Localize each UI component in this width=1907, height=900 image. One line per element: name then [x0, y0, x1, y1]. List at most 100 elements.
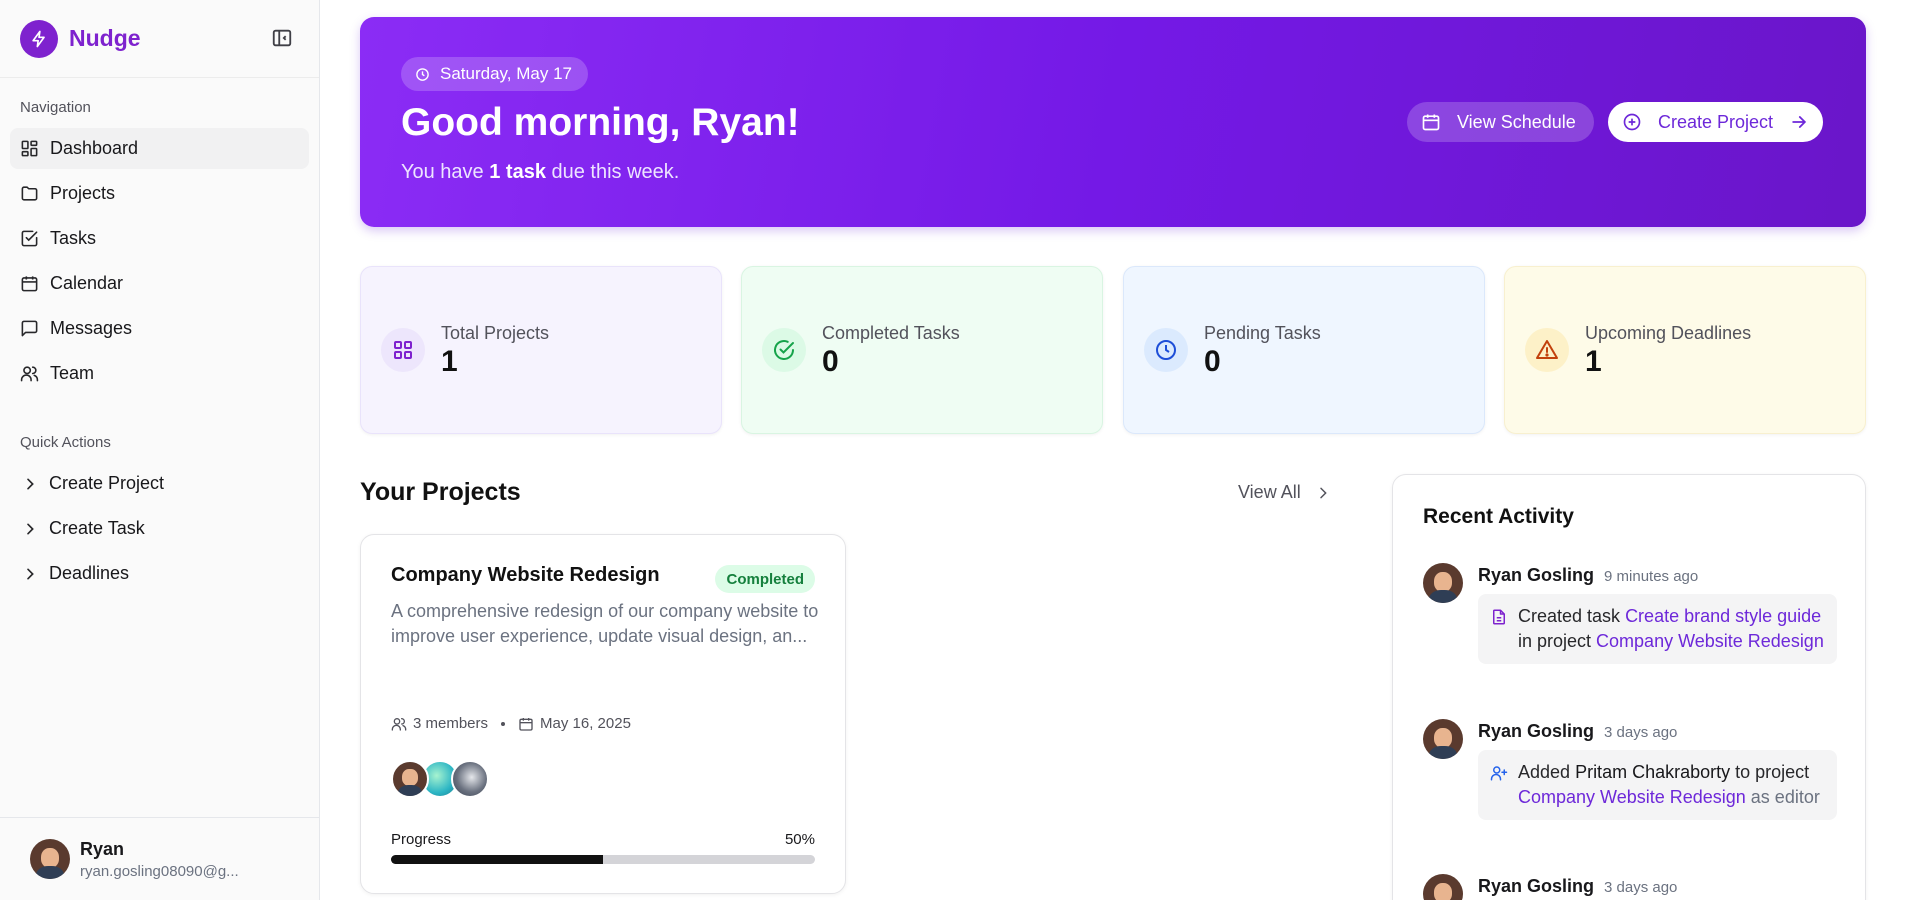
- quick-action-label: Create Task: [49, 518, 145, 538]
- stat-label: Completed Tasks: [822, 323, 960, 343]
- calendar-icon: [21, 276, 38, 292]
- member-avatars: [391, 760, 489, 798]
- chevron-right-icon: [27, 478, 34, 489]
- task-count: 1 task: [489, 161, 546, 183]
- nav-list: Dashboard Projects Tasks Calendar Messag…: [10, 128, 309, 398]
- stat-card-completed-tasks[interactable]: Completed Tasks 0: [741, 266, 1103, 434]
- user-plus-icon: [1490, 766, 1508, 781]
- brand-name[interactable]: Nudge: [69, 25, 141, 52]
- activity-text: as editor: [1745, 787, 1820, 807]
- folder-icon: [21, 186, 38, 201]
- sidebar-item-tasks[interactable]: Tasks: [10, 218, 309, 259]
- avatar[interactable]: [391, 760, 429, 798]
- progress-fill: [391, 855, 603, 864]
- date-text: Saturday, May 17: [440, 64, 572, 83]
- user-profile[interactable]: Ryan ryan.gosling08090@g...: [0, 817, 319, 900]
- sidebar-item-label: Dashboard: [50, 138, 139, 158]
- view-all-link[interactable]: View All: [1238, 482, 1331, 503]
- view-schedule-label: View Schedule: [1457, 111, 1576, 132]
- activity-text: Created task: [1518, 606, 1626, 626]
- quick-actions-list: Create Project Create Task Deadlines: [10, 463, 309, 598]
- clock-icon: [1144, 328, 1188, 372]
- stat-card-upcoming-deadlines[interactable]: Upcoming Deadlines 1: [1504, 266, 1866, 434]
- member-count: 3 members: [413, 715, 489, 732]
- sidebar-item-team[interactable]: Team: [10, 353, 309, 394]
- welcome-banner: Saturday, May 17 Good morning, Ryan! You…: [360, 17, 1866, 227]
- progress-bar: [391, 855, 815, 864]
- projects-section-title: Your Projects: [360, 478, 521, 506]
- project-date: May 16, 2025: [540, 715, 631, 732]
- quick-action-create-task[interactable]: Create Task: [10, 508, 309, 549]
- avatar[interactable]: [451, 760, 489, 798]
- user-name: Ryan: [80, 838, 125, 859]
- stat-value: 1: [1585, 345, 1602, 378]
- sidebar: Nudge Navigation Dashboard Projects Task…: [0, 0, 320, 900]
- progress-percent: 50%: [784, 831, 815, 848]
- activity-text: to project: [1730, 762, 1810, 782]
- arrow-right-icon: [1792, 116, 1807, 128]
- sidebar-item-label: Projects: [50, 183, 116, 203]
- sidebar-item-dashboard[interactable]: Dashboard: [10, 128, 309, 169]
- clock-icon: [416, 67, 429, 81]
- create-project-button[interactable]: Create Project: [1608, 102, 1824, 142]
- sidebar-item-label: Team: [50, 363, 95, 383]
- project-link[interactable]: Company Website Redesign: [1518, 787, 1746, 807]
- grid-icon: [381, 328, 425, 372]
- activity-user[interactable]: Ryan Gosling: [1478, 721, 1594, 742]
- project-title: Company Website Redesign: [391, 564, 660, 586]
- stat-label: Upcoming Deadlines: [1585, 323, 1752, 343]
- stat-label: Total Projects: [441, 323, 550, 343]
- plus-circle-icon: [1623, 113, 1641, 131]
- stat-label: Pending Tasks: [1204, 323, 1321, 343]
- stat-card-total-projects[interactable]: Total Projects 1: [360, 266, 722, 434]
- sidebar-item-label: Calendar: [50, 273, 124, 293]
- avatar[interactable]: [1423, 874, 1463, 900]
- avatar[interactable]: [1423, 719, 1463, 759]
- activity-user[interactable]: Ryan Gosling: [1478, 565, 1594, 586]
- sidebar-item-messages[interactable]: Messages: [10, 308, 309, 349]
- sidebar-toggle-icon[interactable]: [271, 27, 293, 49]
- activity-time: 3 days ago: [1604, 879, 1678, 896]
- activity-detail: Added Pritam Chakraborty to project Comp…: [1478, 750, 1837, 820]
- stat-value: 1: [441, 345, 458, 378]
- activity-detail: Created task Create brand style guide in…: [1478, 594, 1837, 664]
- sidebar-item-label: Messages: [50, 318, 133, 338]
- activity-text: Added: [1518, 762, 1576, 782]
- chevron-right-icon: [1319, 487, 1327, 498]
- activity-time: 3 days ago: [1604, 724, 1678, 741]
- users-icon: [391, 717, 407, 731]
- users-icon: [20, 366, 39, 382]
- status-badge: Completed: [715, 565, 815, 593]
- user-email: ryan.gosling08090@g...: [80, 862, 239, 880]
- sidebar-item-calendar[interactable]: Calendar: [10, 263, 309, 304]
- lightning-icon[interactable]: [20, 19, 58, 58]
- check-square-icon: [21, 230, 38, 247]
- activity-user[interactable]: Ryan Gosling: [1478, 876, 1594, 897]
- alert-triangle-icon: [1525, 328, 1569, 372]
- message-icon: [21, 320, 38, 337]
- sidebar-item-projects[interactable]: Projects: [10, 173, 309, 214]
- quick-action-deadlines[interactable]: Deadlines: [10, 553, 309, 594]
- stat-value: 0: [1204, 345, 1221, 378]
- date-pill: Saturday, May 17: [401, 57, 588, 91]
- quick-action-label: Deadlines: [49, 563, 130, 583]
- brand: Nudge: [0, 0, 319, 78]
- avatar[interactable]: [1423, 563, 1463, 603]
- project-description: A comprehensive redesign of our company …: [391, 601, 819, 646]
- file-icon: [1493, 609, 1505, 625]
- nav-section-label: Navigation: [20, 99, 91, 116]
- quick-action-label: Create Project: [49, 473, 165, 493]
- project-card[interactable]: Company Website Redesign Completed A com…: [360, 534, 846, 894]
- view-schedule-button[interactable]: View Schedule: [1407, 102, 1594, 142]
- member-name: Pritam Chakraborty: [1575, 762, 1731, 782]
- activity-text: in project: [1518, 631, 1597, 651]
- calendar-icon: [1422, 114, 1440, 131]
- quick-action-create-project[interactable]: Create Project: [10, 463, 309, 504]
- separator-dot: [501, 721, 506, 726]
- activity-time: 9 minutes ago: [1604, 568, 1699, 585]
- view-all-label: View All: [1238, 482, 1301, 502]
- stat-card-pending-tasks[interactable]: Pending Tasks 0: [1123, 266, 1485, 434]
- task-link[interactable]: Create brand style guide: [1625, 606, 1821, 626]
- calendar-icon: [519, 717, 533, 731]
- project-link[interactable]: Company Website Redesign: [1596, 631, 1824, 651]
